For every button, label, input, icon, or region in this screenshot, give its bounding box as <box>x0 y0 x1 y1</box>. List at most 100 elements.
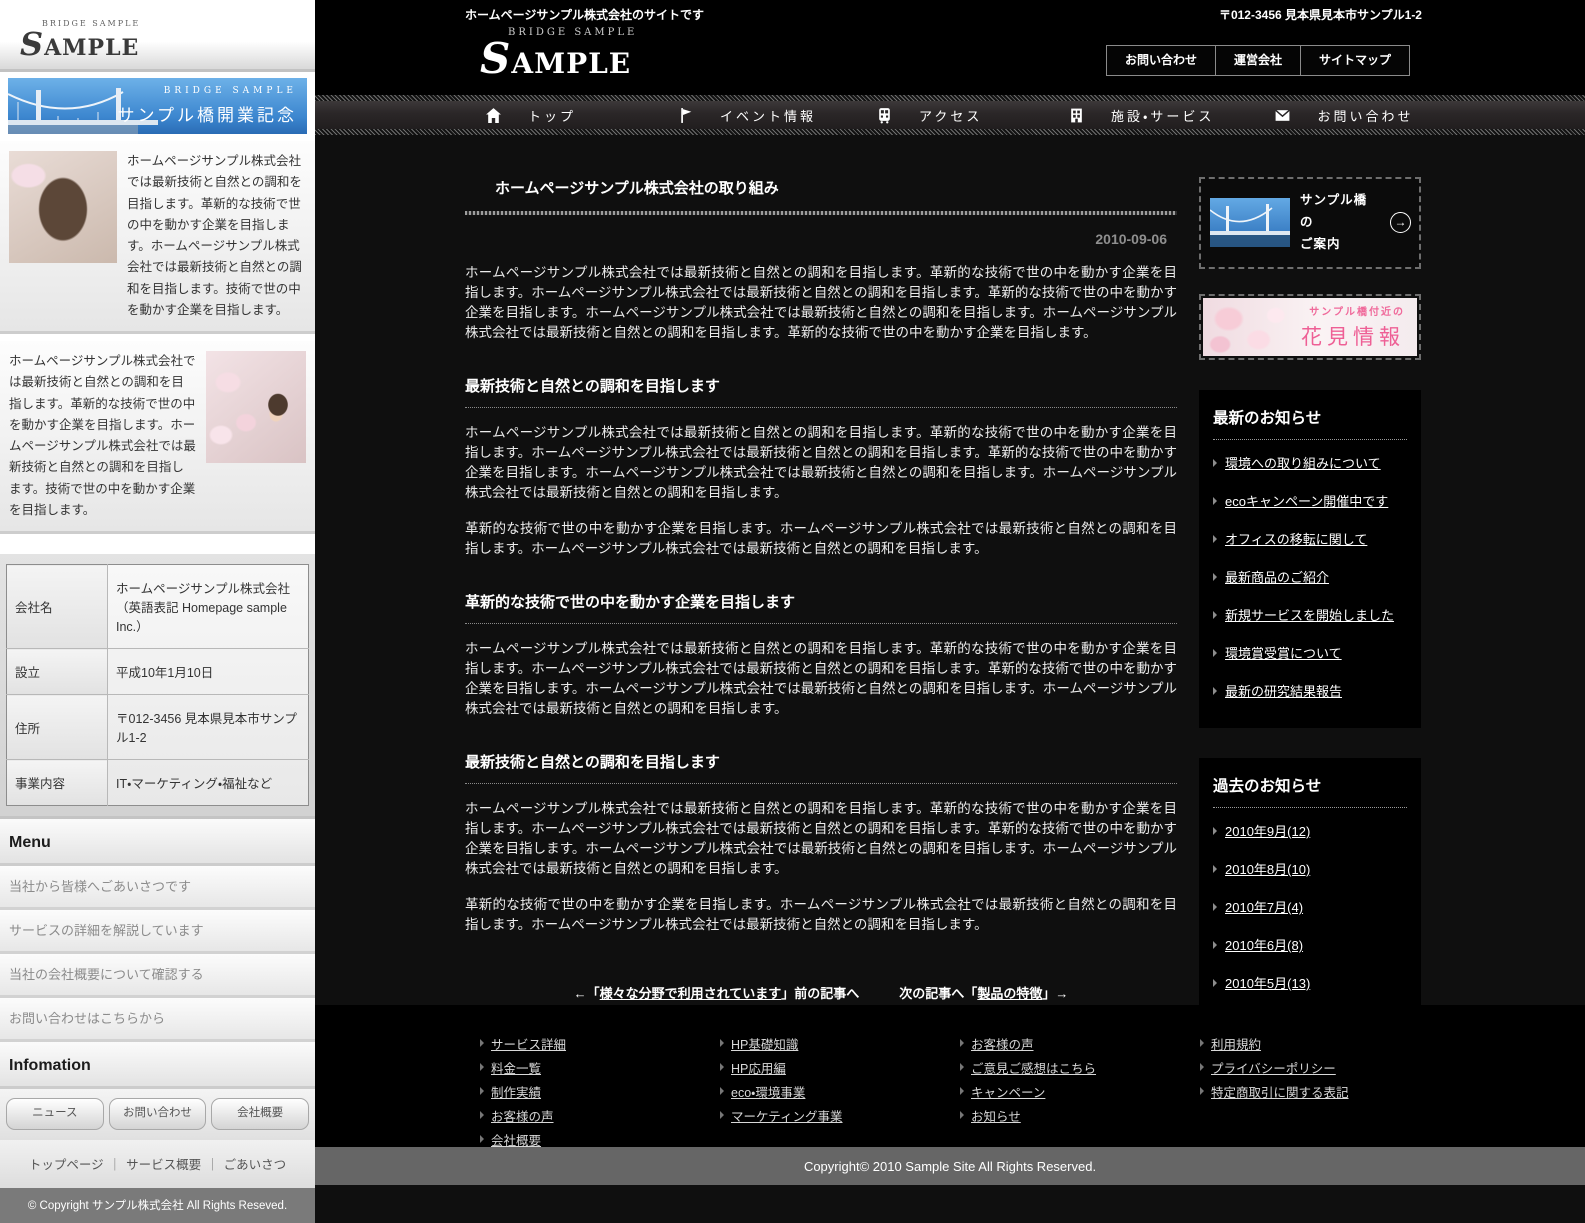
sidebar-item-greeting[interactable]: 当社から皆様へごあいさつです <box>0 866 315 910</box>
list-item: 環境への取り組みについて <box>1213 444 1407 482</box>
footer-link[interactable]: 会社概要 <box>491 1130 541 1149</box>
footer-link[interactable]: eco・環境事業 <box>731 1082 805 1101</box>
article-date: 2010-09-06 <box>465 231 1167 247</box>
bullet-arrow-icon <box>1200 1087 1204 1095</box>
separator: ｜ <box>206 1158 219 1172</box>
list-item: 制作実績 <box>480 1079 720 1103</box>
footer-link[interactable]: ご意見ご感想はこちら <box>971 1058 1096 1077</box>
bullet-arrow-icon <box>1213 573 1217 581</box>
section-paragraph: ホームページサンプル株式会社では最新技術と自然との調和を目指します。革新的な技術… <box>465 799 1177 879</box>
prev-article-link[interactable]: 様々な分野で利用されています <box>600 986 782 1001</box>
header-contact-button[interactable]: お問い合わせ <box>1107 46 1216 75</box>
page: BRIDGE SAMPLE SAMPLE BRIDGE SAMPLE サンプル橋… <box>0 0 1585 1223</box>
sidebar-logo-block: BRIDGE SAMPLE SAMPLE <box>0 0 315 72</box>
article-pagination: ←「様々な分野で利用されています」前の記事へ次の記事へ「製品の特徴」→ <box>465 983 1177 1002</box>
footer-link[interactable]: 料金一覧 <box>491 1058 541 1077</box>
footer-link[interactable]: HP応用編 <box>731 1058 786 1077</box>
footer-link[interactable]: サービス詳細 <box>491 1034 566 1053</box>
news-link[interactable]: オフィスの移転に関して <box>1225 529 1367 548</box>
sidebar-item-contact[interactable]: お問い合わせはこちらから <box>0 998 315 1042</box>
list-item: 最新の研究結果報告 <box>1213 672 1407 710</box>
archive-link[interactable]: 2010年8月(10) <box>1225 859 1310 878</box>
footer-link[interactable]: 特定商取引に関する表記 <box>1211 1082 1349 1101</box>
bridge-banner-title: サンプル橋開業記念 <box>118 101 298 126</box>
bullet-arrow-icon <box>1213 903 1217 911</box>
bullet-arrow-icon <box>1213 827 1217 835</box>
sidebar-item-company[interactable]: 当社の会社概要について確認する <box>0 954 315 998</box>
hanami-banner[interactable]: サンプル橋付近の 花見情報 <box>1199 294 1421 360</box>
list-item: 環境賞受賞について <box>1213 634 1407 672</box>
company-info-table: 会社名 ホームページサンプル株式会社 （英語表記 Homepage sample… <box>6 564 309 806</box>
nav-item-facilities[interactable]: 施設・サービス <box>1068 106 1214 125</box>
sidebar-link-service[interactable]: サービス概要 <box>126 1158 201 1172</box>
site-logo[interactable]: BRIDGE SAMPLE SAMPLE <box>480 28 637 80</box>
sidebar-logo-rest: AMPLE <box>44 35 139 61</box>
list-item: ご意見ご感想はこちら <box>960 1055 1200 1079</box>
site-footer: サービス詳細 料金一覧 制作実績 お客様の声 会社概要 HP基礎知識 HP応用編… <box>315 1005 1585 1147</box>
archive-link[interactable]: 2010年5月(13) <box>1225 973 1310 992</box>
list-item: 利用規約 <box>1200 1031 1440 1055</box>
bullet-arrow-icon <box>1213 459 1217 467</box>
news-link[interactable]: ecoキャンペーン開催中です <box>1225 491 1388 510</box>
title-rule <box>465 211 1177 215</box>
company-value: 平成10年1月10日 <box>108 649 309 695</box>
bridge-guide-banner[interactable]: サンプル橋の ご案内 → <box>1199 177 1421 269</box>
footer-link[interactable]: HP基礎知識 <box>731 1034 798 1053</box>
bullet-arrow-icon <box>1213 611 1217 619</box>
bridge-thumbnail <box>1210 198 1290 247</box>
footer-link[interactable]: お客様の声 <box>491 1106 554 1125</box>
global-nav: トップ イベント情報 アクセス 施設・サービス お問い合わせ <box>315 95 1585 135</box>
bridge-guide-label: サンプル橋の ご案内 <box>1300 190 1380 256</box>
next-article-link[interactable]: 製品の特徴 <box>977 986 1042 1001</box>
site-header: ホームページサンプル株式会社のサイトです 〒012-3456 見本県見本市サンプ… <box>315 0 1585 95</box>
archive-link[interactable]: 2010年6月(8) <box>1225 935 1303 954</box>
table-row: 事業内容 IT・マーケティング・福祉など <box>7 760 309 806</box>
sidebar-link-greeting[interactable]: ごあいさつ <box>224 1158 287 1172</box>
news-link[interactable]: 最新商品のご紹介 <box>1225 567 1329 586</box>
bullet-arrow-icon <box>1213 865 1217 873</box>
footer-column-knowledge: HP基礎知識 HP応用編 eco・環境事業 マーケティング事業 <box>720 1031 960 1147</box>
footer-column-services: サービス詳細 料金一覧 制作実績 お客様の声 会社概要 <box>480 1031 720 1147</box>
footer-link[interactable]: プライバシーポリシー <box>1211 1058 1336 1077</box>
company-value: 〒012-3456 見本県見本市サンプル1-2 <box>108 695 309 760</box>
footer-link[interactable]: お知らせ <box>971 1106 1021 1125</box>
footer-link[interactable]: キャンペーン <box>971 1082 1045 1101</box>
archive-heading: 過去のお知らせ <box>1213 774 1407 808</box>
header-operator-button[interactable]: 運営会社 <box>1216 46 1301 75</box>
prev-article-suffix: 」前の記事へ <box>781 986 859 1001</box>
nav-item-events[interactable]: イベント情報 <box>677 106 816 125</box>
news-link[interactable]: 最新の研究結果報告 <box>1225 681 1342 700</box>
hanami-banner-subtitle: サンプル橋付近の <box>1309 303 1405 318</box>
news-button[interactable]: ニュース <box>6 1098 104 1130</box>
company-info-block: 会社名 ホームページサンプル株式会社 （英語表記 Homepage sample… <box>0 554 315 819</box>
footer-link[interactable]: お客様の声 <box>971 1034 1034 1053</box>
profile-box-2: ホームページサンプル株式会社では最新技術と自然との調和を目指します。革新的な技術… <box>0 341 315 534</box>
sidebar-item-service[interactable]: サービスの詳細を解説しています <box>0 910 315 954</box>
footer-link[interactable]: 利用規約 <box>1211 1034 1261 1053</box>
sidebar-link-top[interactable]: トップページ <box>29 1158 104 1172</box>
nav-item-top[interactable]: トップ <box>485 106 617 125</box>
sidebar-bridge-banner[interactable]: BRIDGE SAMPLE サンプル橋開業記念 <box>8 78 307 134</box>
contact-button[interactable]: お問い合わせ <box>109 1098 207 1130</box>
section-paragraph: 革新的な技術で世の中を動かす企業を目指します。ホームページサンプル株式会社では最… <box>465 519 1177 559</box>
article-intro: ホームページサンプル株式会社では最新技術と自然との調和を目指します。革新的な技術… <box>465 263 1177 343</box>
news-link[interactable]: 新規サービスを開始しました <box>1225 605 1394 624</box>
footer-link[interactable]: 制作実績 <box>491 1082 541 1101</box>
archive-link[interactable]: 2010年7月(4) <box>1225 897 1303 916</box>
news-link[interactable]: 環境への取り組みについて <box>1225 453 1381 472</box>
company-overview-button[interactable]: 会社概要 <box>211 1098 309 1130</box>
separator: ｜ <box>109 1158 122 1172</box>
article: ホームページサンプル株式会社の取り組み 2010-09-06 ホームページサンプ… <box>465 155 1177 1005</box>
archive-link[interactable]: 2010年9月(12) <box>1225 821 1310 840</box>
header-sitemap-button[interactable]: サイトマップ <box>1301 46 1409 75</box>
copyright-bar: Copyright© 2010 Sample Site All Rights R… <box>315 1147 1585 1185</box>
train-icon <box>876 107 893 124</box>
footer-column-legal: 利用規約 プライバシーポリシー 特定商取引に関する表記 <box>1200 1031 1440 1147</box>
header-quick-links: お問い合わせ 運営会社 サイトマップ <box>1106 45 1410 76</box>
next-article-suffix: 」→ <box>1042 986 1068 1001</box>
footer-link[interactable]: マーケティング事業 <box>731 1106 843 1125</box>
news-link[interactable]: 環境賞受賞について <box>1225 643 1342 662</box>
nav-item-contact[interactable]: お問い合わせ <box>1274 106 1413 125</box>
nav-item-access[interactable]: アクセス <box>876 106 1008 125</box>
sidebar-copyright: © Copyright サンプル株式会社 All Rights Reseved. <box>0 1188 315 1223</box>
